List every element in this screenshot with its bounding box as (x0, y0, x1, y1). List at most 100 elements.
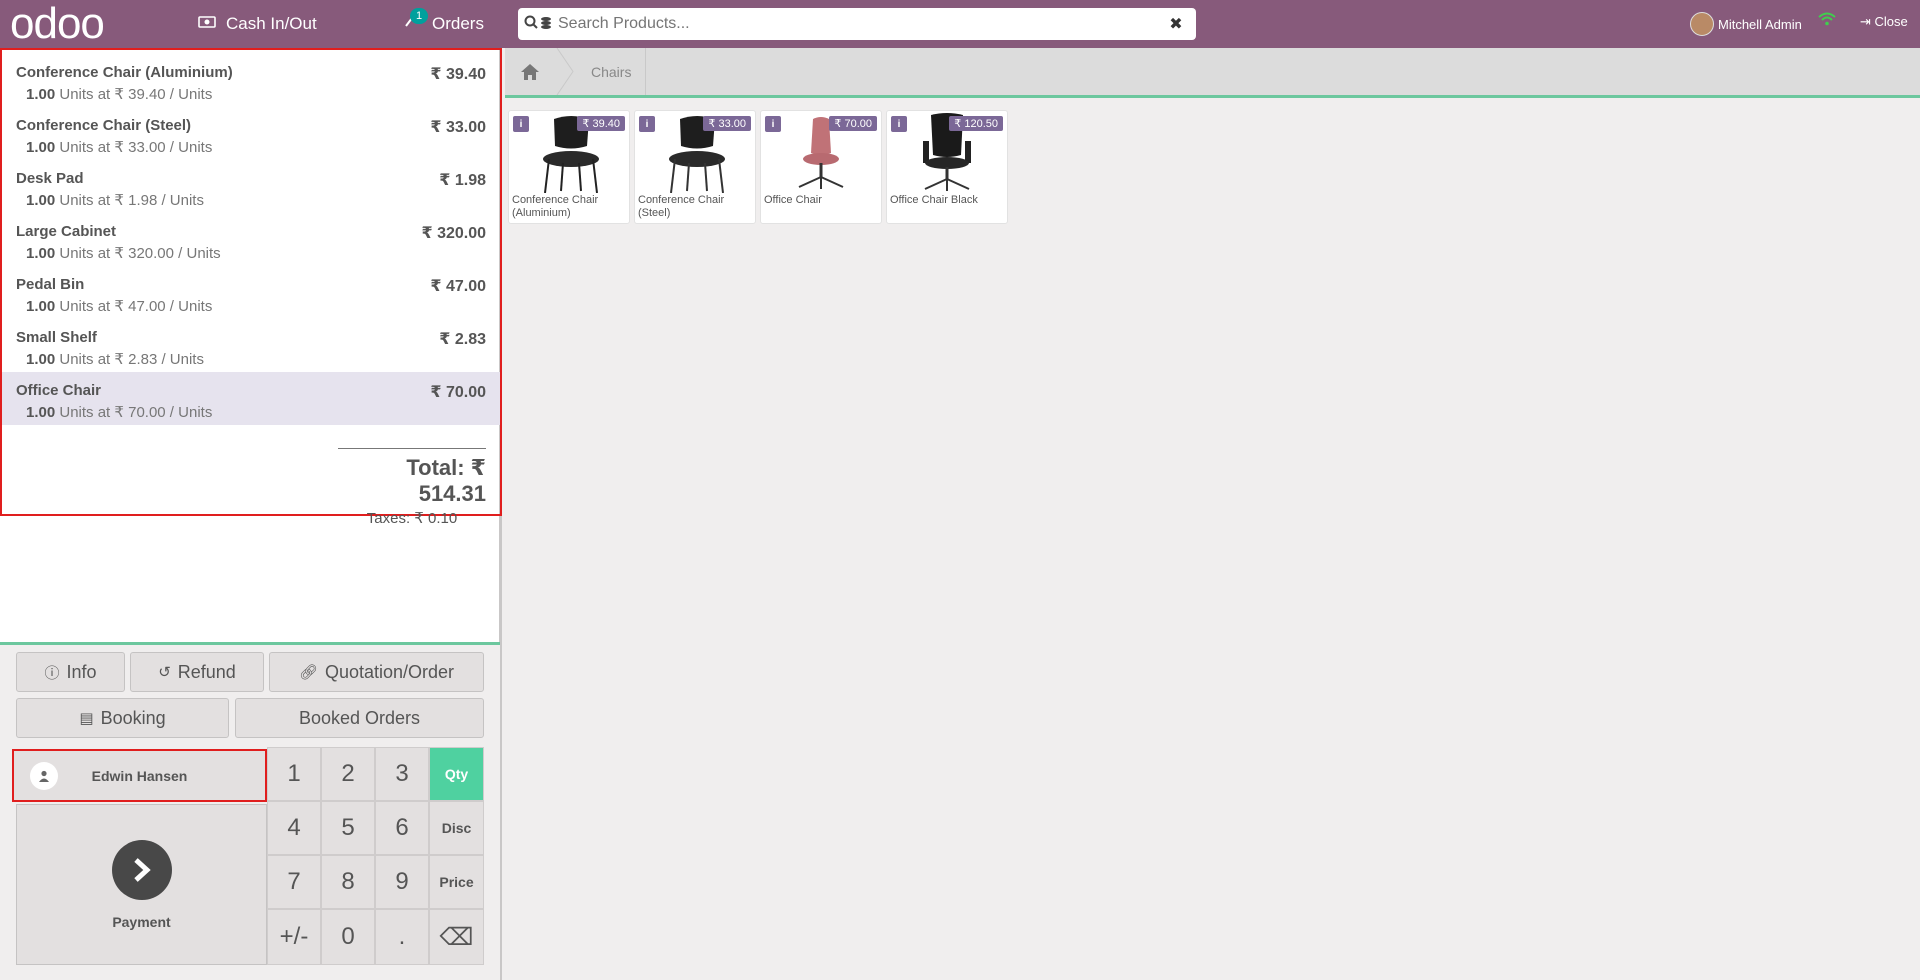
orderline-detail: Units at ₹ 320.00 / Units (55, 245, 221, 262)
undo-icon: ↺ (158, 664, 171, 681)
product-card[interactable]: i ₹ 120.50 Office Chair Black (886, 110, 1008, 224)
booking-button[interactable]: ▤ Booking (16, 698, 229, 738)
orderline-detail: Units at ₹ 33.00 / Units (55, 139, 213, 156)
orderline-detail: Units at ₹ 39.40 / Units (55, 86, 213, 103)
user-menu[interactable]: Mitchell Admin (1690, 12, 1802, 36)
product-price-tag: ₹ 120.50 (949, 116, 1003, 131)
orderline-qty: 1.00 (26, 351, 56, 368)
product-info-icon[interactable]: i (891, 116, 907, 132)
orderline-detail: Units at ₹ 1.98 / Units (55, 192, 204, 209)
orderline-info: 1.00 Units at ₹ 70.00 / Units (16, 403, 486, 421)
cash-in-out-label: Cash In/Out (226, 14, 317, 33)
product-price-tag: ₹ 39.40 (577, 116, 625, 131)
product-name: Office Chair Black (890, 194, 978, 206)
product-price-tag: ₹ 70.00 (829, 116, 877, 131)
orderline-info: 1.00 Units at ₹ 33.00 / Units (16, 138, 486, 156)
cash-in-out-button[interactable]: Cash In/Out (198, 0, 317, 48)
product-card[interactable]: i ₹ 70.00 Office Chair (760, 110, 882, 224)
numpad-key-dot[interactable]: . (375, 909, 429, 965)
orderline-detail: Units at ₹ 47.00 / Units (55, 298, 213, 315)
product-info-icon[interactable]: i (765, 116, 781, 132)
numpad-key-8[interactable]: 8 (321, 855, 375, 909)
orderline-price: ₹ 320.00 (421, 225, 486, 242)
numpad-key-7[interactable]: 7 (267, 855, 321, 909)
orderline-name: Office Chair (16, 382, 102, 399)
product-name: Conference Chair (Aluminium) (512, 194, 599, 219)
info-button[interactable]: ⓘ Info (16, 652, 125, 692)
odoo-logo: odoo (10, 0, 105, 48)
numpad-key-9[interactable]: 9 (375, 855, 429, 909)
quotation-label: Quotation/Order (324, 661, 455, 682)
orderline-price: ₹ 2.83 (439, 331, 486, 348)
booked-orders-label: Booked Orders (298, 707, 421, 728)
chevron-right-icon (111, 839, 172, 900)
clear-search-icon[interactable]: ✖ (1156, 14, 1196, 34)
avatar (1690, 12, 1714, 36)
orderline-selected[interactable]: Office Chair ₹ 70.00 1.00 Units at ₹ 70.… (2, 372, 500, 425)
booking-label: Booking (100, 707, 166, 728)
booked-orders-button[interactable]: Booked Orders (235, 698, 484, 738)
numpad-key-5[interactable]: 5 (321, 801, 375, 855)
orderline-info: 1.00 Units at ₹ 39.40 / Units (16, 85, 486, 103)
orderline-qty: 1.00 (26, 298, 56, 315)
product-card[interactable]: i ₹ 33.00 Conference Chair (Steel) (634, 110, 756, 224)
orderline-qty: 1.00 (26, 404, 56, 421)
orderline-qty: 1.00 (26, 192, 56, 209)
product-name: Conference Chair (Steel) (638, 194, 725, 219)
breadcrumb-separator (556, 48, 574, 95)
orderline[interactable]: Desk Pad ₹ 1.98 1.00 Units at ₹ 1.98 / U… (2, 160, 500, 213)
home-icon[interactable] (505, 48, 555, 95)
payment-button[interactable]: Payment (16, 804, 267, 965)
orderline-name: Desk Pad (16, 170, 84, 187)
orderline-name: Small Shelf (16, 329, 97, 346)
quotation-order-button[interactable]: 🔗︎ Quotation/Order (269, 652, 484, 692)
numpad-key-2[interactable]: 2 (321, 747, 375, 801)
info-icon: ⓘ (44, 664, 60, 682)
orderline[interactable]: Large Cabinet ₹ 320.00 1.00 Units at ₹ 3… (2, 213, 500, 266)
customer-button[interactable]: Edwin Hansen (12, 749, 267, 802)
orderline-name: Large Cabinet (16, 223, 117, 240)
close-button[interactable]: ⇥ Close (1860, 14, 1908, 30)
order-container: Conference Chair (Aluminium) ₹ 39.40 1.0… (0, 48, 502, 527)
numpad-key-4[interactable]: 4 (267, 801, 321, 855)
customer-name: Edwin Hansen (91, 767, 188, 784)
orderline-info: 1.00 Units at ₹ 1.98 / Units (16, 191, 486, 209)
qty-mode-button[interactable]: Qty (429, 747, 484, 801)
product-price-tag: ₹ 33.00 (703, 116, 751, 131)
product-info-icon[interactable]: i (513, 116, 529, 132)
product-name: Office Chair (764, 194, 822, 206)
orderline-price: ₹ 33.00 (430, 119, 486, 136)
numpad-key-3[interactable]: 3 (375, 747, 429, 801)
numpad-key-0[interactable]: 0 (321, 909, 375, 965)
disc-mode-button[interactable]: Disc (429, 801, 484, 855)
orderline-detail: Units at ₹ 2.83 / Units (55, 351, 204, 368)
refund-button[interactable]: ↺ Refund (130, 652, 264, 692)
orderline-name: Conference Chair (Steel) (16, 117, 192, 134)
numpad-key-plus-minus[interactable]: +/- (267, 909, 321, 965)
breadcrumb-category[interactable]: Chairs (577, 48, 647, 95)
backspace-icon[interactable]: ⌫ (429, 909, 484, 965)
orderline-name: Conference Chair (Aluminium) (16, 64, 233, 81)
product-card[interactable]: i ₹ 39.40 Conference Chair (Aluminium) (508, 110, 630, 224)
orders-label: Orders (432, 14, 484, 33)
orderline[interactable]: Conference Chair (Aluminium) ₹ 39.40 1.0… (2, 54, 500, 107)
payment-label: Payment (112, 913, 171, 930)
close-label: Close (1874, 14, 1908, 29)
user-name: Mitchell Admin (1718, 16, 1802, 32)
orderline-price: ₹ 1.98 (439, 172, 486, 189)
numpad-key-6[interactable]: 6 (375, 801, 429, 855)
product-search: ✖ (518, 8, 1196, 40)
sign-out-icon: ⇥ (1860, 14, 1871, 29)
orderline-price: ₹ 70.00 (430, 384, 486, 401)
numpad-key-1[interactable]: 1 (267, 747, 321, 801)
search-input[interactable] (558, 15, 1156, 33)
orderline-qty: 1.00 (26, 86, 56, 103)
orderline-name: Pedal Bin (16, 276, 85, 293)
numpad: 1 2 3 Qty 4 5 6 Disc 7 8 9 Price +/- 0 .… (267, 747, 484, 965)
book-icon: ▤ (79, 710, 94, 727)
price-mode-button[interactable]: Price (429, 855, 484, 909)
product-info-icon[interactable]: i (639, 116, 655, 132)
orderline[interactable]: Conference Chair (Steel) ₹ 33.00 1.00 Un… (2, 107, 500, 160)
orderline[interactable]: Small Shelf ₹ 2.83 1.00 Units at ₹ 2.83 … (2, 319, 500, 372)
orderline[interactable]: Pedal Bin ₹ 47.00 1.00 Units at ₹ 47.00 … (2, 266, 500, 319)
